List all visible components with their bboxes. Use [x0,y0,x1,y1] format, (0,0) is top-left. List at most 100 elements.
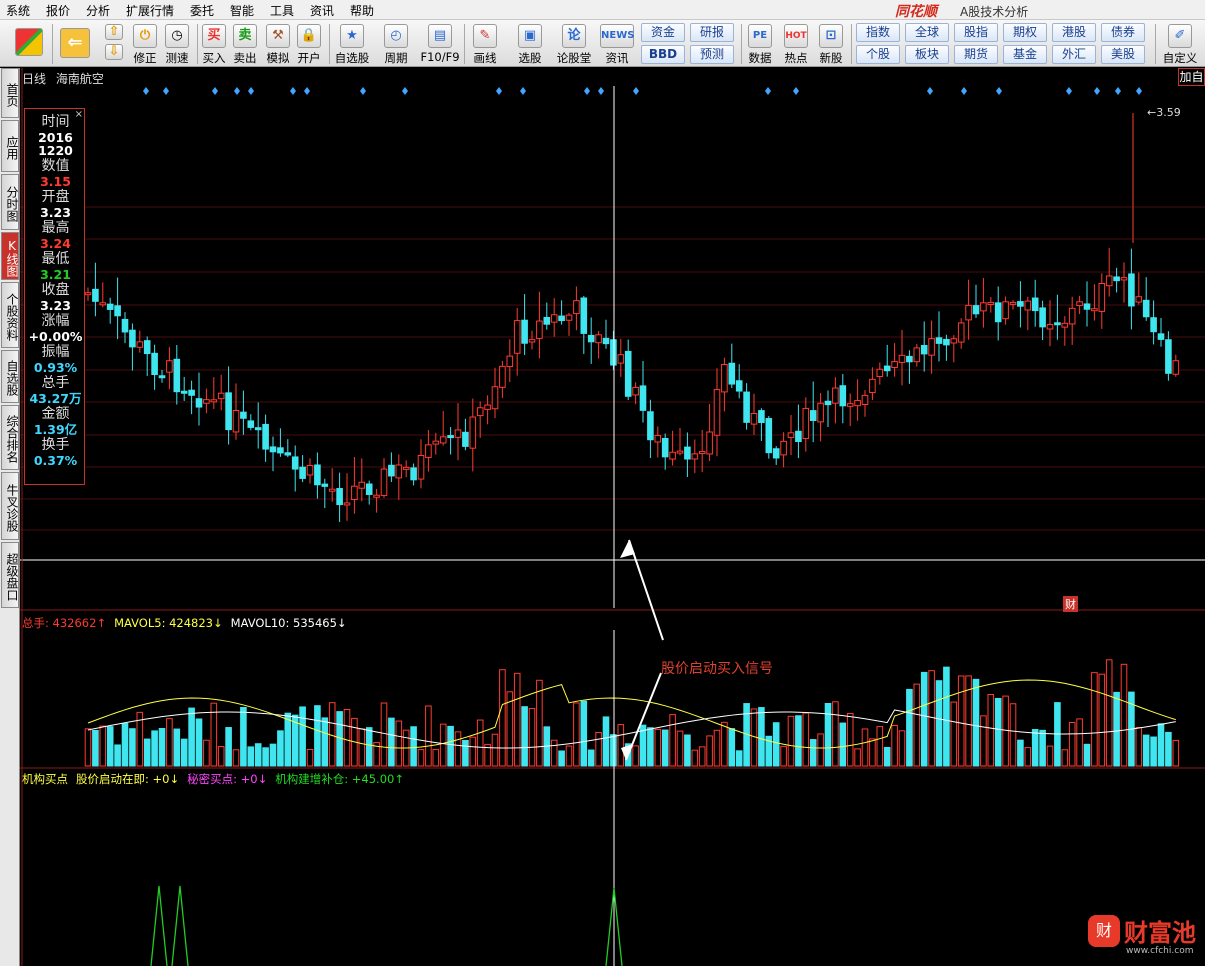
volume-bar [491,733,499,767]
candle-body [957,322,965,343]
signal-diamond-icon [234,87,240,95]
menu-item-2[interactable]: 分析 [86,2,110,19]
clock-icon: ◷ [165,24,189,48]
signal-diamond-icon [163,87,169,95]
side-tab-4[interactable]: 个股资料 [1,282,19,348]
menu-item-7[interactable]: 资讯 [310,2,334,19]
menu-item-5[interactable]: 智能 [230,2,254,19]
side-tab-7[interactable]: 牛叉诊股 [1,472,19,540]
side-tab-6[interactable]: 综合排名 [1,405,19,470]
up-down-button[interactable]: ⇧ ⇩ [102,22,126,65]
menu-item-1[interactable]: 报价 [46,2,70,19]
volume-bar [462,739,469,767]
side-tab-2[interactable]: 分时图 [1,174,19,230]
power-icon: ⏻ [133,24,157,48]
candle-body [817,402,824,423]
speed-test-button[interactable]: ◷ 测速 [162,22,192,65]
stock-name: 海南航空 [55,72,104,86]
market-button-11[interactable]: 美股 [1101,45,1145,64]
market-button-7[interactable]: 板块 [905,45,949,64]
market-button-5[interactable]: 债券 [1101,23,1145,42]
market-button-10[interactable]: 外汇 [1052,45,1096,64]
ind_legend-text-0: 机构买点 [22,772,68,786]
candle-body [432,440,440,445]
candle-body [247,420,255,428]
info-value-7: 0.93% [33,360,78,375]
volume-bar [225,727,232,767]
buy-button[interactable]: 买买入 [200,22,228,65]
stock-picker-button[interactable]: ▣ 选股 [510,22,550,65]
candle-body [217,392,225,400]
forum-button[interactable]: 论论股堂 [556,22,592,65]
volume-bar [846,712,854,767]
candle-body [528,339,536,343]
menu-item-3[interactable]: 扩展行情 [126,2,174,19]
hot-icon: HOT [784,24,808,48]
news-button[interactable]: NEWS 资讯 [598,22,636,65]
market-button-3[interactable]: 期权 [1003,23,1047,42]
info-panel: × 时间 2016 1220 数值 3.15 开盘 3.23 最高 3.24 最低 3.21 收盘 3.… [24,108,85,485]
market-button-2[interactable]: 股指 [954,23,998,42]
market-button-1[interactable]: 全球 [905,23,949,42]
volume-bar [898,730,906,767]
volume-bar [987,693,995,767]
home-button[interactable] [14,22,44,65]
candle-body [491,386,499,410]
volume-bar [617,724,625,767]
watchlist-button[interactable]: ★ 自选股 [332,22,372,65]
side-tab-0[interactable]: 首页 [1,68,19,118]
open-account-button[interactable]: 🔒 开户 [294,22,324,65]
candle-body [306,464,314,476]
market-button-9[interactable]: 基金 [1003,45,1047,64]
volume-bar [876,726,884,767]
draw-line-button[interactable]: ✎ 画线 [468,22,502,65]
side-tab-5[interactable]: 自选股 [1,350,19,403]
kline-chart[interactable] [20,68,1205,966]
market-button-6[interactable]: 个股 [856,45,900,64]
simulate-button[interactable]: ⚒ 模拟 [264,22,292,65]
volume-legend: 总手: 432662↑ MAVOL5: 424823↓ MAVOL10: 53546… [22,615,355,631]
f10-button[interactable]: ▤ F10/F9 [418,22,462,65]
volume-bar [1150,736,1157,767]
volume-bar [602,716,610,767]
vol_legend-2: MAVOL10: 535465↓ [231,616,347,630]
volume-bar [476,719,484,767]
candle-body [439,436,447,444]
side-tab-3[interactable]: K线图 [1,232,19,280]
watermark-brand: 财富池 [1124,919,1196,947]
capital-button[interactable]: 资金 [641,23,685,42]
volume-bar [417,749,425,767]
news-icon: NEWS [600,24,634,48]
back-button[interactable]: ⇐ [58,22,92,65]
side-tab-1[interactable]: 应用 [1,120,19,172]
ipo-button[interactable]: ⊡ 新股 [816,22,846,65]
volume-bar [247,746,255,767]
period-button[interactable]: ◴ 周期 [378,22,414,65]
chart-area[interactable]: 日线 海南航空 加自 ←3.59 财 × 时间 2016 1220 数值 3.15 开盘 3… [20,68,1205,966]
menu-item-8[interactable]: 帮助 [350,2,374,19]
menu-item-4[interactable]: 委托 [190,2,214,19]
arrow-down-icon: ⇩ [105,44,123,60]
volume-bar [943,666,950,767]
arrow-up-icon: ⇧ [105,24,123,40]
signal-diamond-icon [520,87,526,95]
candle-body [99,302,107,306]
menu-item-6[interactable]: 工具 [270,2,294,19]
candle-body [876,368,884,378]
market-button-8[interactable]: 期货 [954,45,998,64]
customize-button[interactable]: ✐ 自定义 [1160,22,1200,65]
market-button-4[interactable]: 港股 [1052,23,1096,42]
bbd-button[interactable]: BBD [641,45,685,64]
side-tab-8[interactable]: 超级盘口 [1,542,19,608]
fix-button[interactable]: ⏻ 修正 [130,22,160,65]
hot-button[interactable]: HOT 热点 [782,22,810,65]
market-button-0[interactable]: 指数 [856,23,900,42]
add-watchlist-button[interactable]: 加自 [1178,68,1205,86]
menu-item-0[interactable]: 系统 [6,2,30,19]
finance-tag[interactable]: 财 [1063,596,1078,612]
data-button[interactable]: PE 数据 [746,22,774,65]
sell-button[interactable]: 卖卖出 [231,22,259,65]
vol_legend-arrow-1: ↓ [213,616,223,630]
forecast-button[interactable]: 预测 [690,45,734,64]
research-button[interactable]: 研报 [690,23,734,42]
